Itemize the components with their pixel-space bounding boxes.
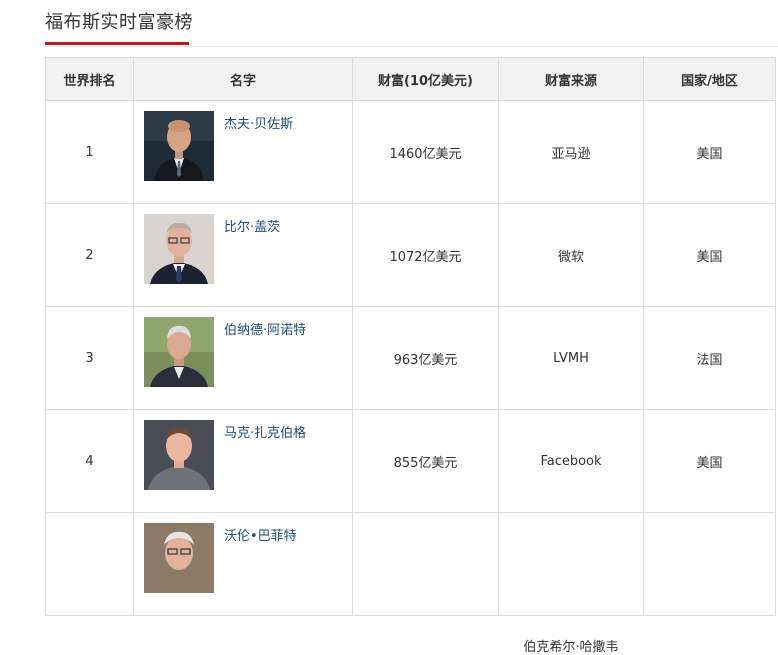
source-cell: 微软 xyxy=(498,203,644,307)
country-cell: 美国 xyxy=(643,203,776,307)
source-cell: 伯克希尔·哈撒韦 xyxy=(498,512,644,655)
person-photo[interactable] xyxy=(144,214,214,284)
person-photo[interactable] xyxy=(144,111,214,181)
wealth-cell: 855亿美元 xyxy=(352,409,499,513)
title-underline xyxy=(45,42,189,45)
source-cell: Facebook xyxy=(498,409,644,513)
column-header-name: 名字 xyxy=(133,57,353,101)
country-cell xyxy=(643,512,776,616)
rank-cell: 3 xyxy=(45,306,134,410)
rich-list-table: 世界排名 名字 财富(10亿美元) 财富来源 国家/地区 1 杰夫·贝佐斯 14… xyxy=(45,57,776,655)
name-cell: 伯纳德·阿诺特 xyxy=(133,306,353,410)
rank-cell xyxy=(45,512,134,616)
column-header-rank: 世界排名 xyxy=(45,57,134,101)
person-name-link[interactable]: 沃伦•巴菲特 xyxy=(224,525,297,544)
country-cell: 美国 xyxy=(643,100,776,204)
column-header-wealth: 财富(10亿美元) xyxy=(352,57,499,101)
person-photo[interactable] xyxy=(144,420,214,490)
name-cell: 沃伦•巴菲特 xyxy=(133,512,353,616)
source-text: 伯克希尔·哈撒韦 xyxy=(523,640,619,655)
page-header: 福布斯实时富豪榜 xyxy=(45,0,778,47)
column-header-source: 财富来源 xyxy=(498,57,644,101)
table-row: 3 伯纳德·阿诺特 963亿美元 LVMH 法国 xyxy=(45,306,776,410)
person-name-link[interactable]: 杰夫·贝佐斯 xyxy=(224,113,293,132)
wealth-cell: 963亿美元 xyxy=(352,306,499,410)
source-cell: 亚马逊 xyxy=(498,100,644,204)
column-header-country: 国家/地区 xyxy=(643,57,776,101)
table-row: 沃伦•巴菲特 伯克希尔·哈撒韦 xyxy=(45,512,776,655)
rank-cell: 4 xyxy=(45,409,134,513)
person-name-link[interactable]: 伯纳德·阿诺特 xyxy=(224,319,306,338)
source-cell: LVMH xyxy=(498,306,644,410)
wealth-cell: 1460亿美元 xyxy=(352,100,499,204)
person-name-link[interactable]: 比尔·盖茨 xyxy=(224,216,280,235)
name-cell: 比尔·盖茨 xyxy=(133,203,353,307)
table-row: 4 马克·扎克伯格 855亿美元 Facebook 美国 xyxy=(45,409,776,513)
person-name-link[interactable]: 马克·扎克伯格 xyxy=(224,422,306,441)
wealth-cell xyxy=(352,512,499,616)
name-cell: 杰夫·贝佐斯 xyxy=(133,100,353,204)
table-row: 2 比尔·盖茨 1072亿美元 微软 美国 xyxy=(45,203,776,307)
country-cell: 法国 xyxy=(643,306,776,410)
rank-cell: 2 xyxy=(45,203,134,307)
page-title: 福布斯实时富豪榜 xyxy=(45,12,193,33)
person-photo[interactable] xyxy=(144,523,214,593)
name-cell: 马克·扎克伯格 xyxy=(133,409,353,513)
wealth-cell: 1072亿美元 xyxy=(352,203,499,307)
person-photo[interactable] xyxy=(144,317,214,387)
rank-cell: 1 xyxy=(45,100,134,204)
country-cell: 美国 xyxy=(643,409,776,513)
table-row: 1 杰夫·贝佐斯 1460亿美元 亚马逊 美国 xyxy=(45,100,776,204)
table-header-row: 世界排名 名字 财富(10亿美元) 财富来源 国家/地区 xyxy=(45,57,776,101)
